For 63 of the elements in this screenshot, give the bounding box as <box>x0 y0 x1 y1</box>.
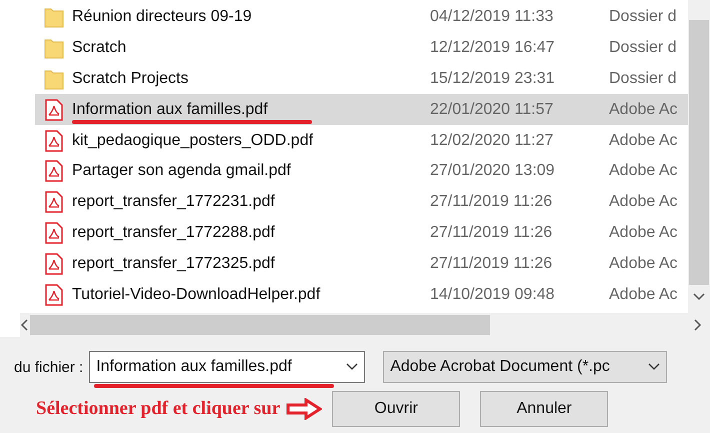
pdf-icon <box>44 284 62 306</box>
horizontal-scrollbar[interactable] <box>20 313 710 337</box>
pdf-icon <box>44 191 62 214</box>
pdf-icon <box>44 160 62 182</box>
file-date: 15/12/2019 23:31 <box>430 70 556 88</box>
file-type: Adobe Ac <box>609 132 678 150</box>
file-type: Dossier d <box>609 70 677 88</box>
pdf-icon <box>44 252 62 275</box>
folder-icon <box>44 37 64 60</box>
chevron-down-icon <box>346 363 358 371</box>
file-date: 04/12/2019 11:33 <box>430 8 554 26</box>
file-type: Dossier d <box>609 8 677 26</box>
file-type: Adobe Ac <box>609 162 678 180</box>
scroll-down-icon[interactable] <box>693 293 705 301</box>
file-type: Adobe Ac <box>609 224 678 242</box>
file-type: Adobe Ac <box>609 100 678 119</box>
file-row[interactable]: Partager son agenda gmail.pdf 27/01/2020 13:09 Adobe Ac <box>35 156 688 187</box>
file-date: 27/11/2019 11:26 <box>430 193 554 212</box>
file-row[interactable]: report_transfer_1772325.pdf 27/11/2019 11:26 Adobe Ac <box>35 248 688 280</box>
pdf-icon <box>44 130 62 152</box>
file-row[interactable]: Scratch Projects 15/12/2019 23:31 Dossier d <box>35 64 688 94</box>
cancel-button[interactable]: Annuler <box>480 391 608 427</box>
file-date: 27/11/2019 11:26 <box>430 254 554 273</box>
folder-icon <box>44 68 64 90</box>
file-name: Tutoriel-Video-DownloadHelper.pdf <box>72 286 322 304</box>
file-name: Réunion directeurs 09-19 <box>72 8 253 26</box>
pdf-icon <box>44 98 62 121</box>
file-date: 22/01/2020 11:57 <box>430 100 554 119</box>
file-name: report_transfer_1772325.pdf <box>72 254 276 273</box>
folder-icon <box>44 6 64 28</box>
file-date: 27/01/2020 13:09 <box>430 162 556 180</box>
file-row[interactable]: Tutoriel-Video-DownloadHelper.pdf 14/10/2019 09:48 Adobe Ac <box>35 279 688 310</box>
file-date: 12/12/2019 16:47 <box>430 39 556 58</box>
file-date: 27/11/2019 11:26 <box>430 224 554 242</box>
instruction-text: Sélectionner pdf et cliquer sur <box>36 398 280 420</box>
filetype-select[interactable]: Adobe Acrobat Document (*.pc <box>383 351 668 383</box>
file-name: report_transfer_1772231.pdf <box>72 193 276 212</box>
file-name: Partager son agenda gmail.pdf <box>72 162 292 180</box>
vertical-scrollbar[interactable] <box>688 0 710 313</box>
chevron-down-icon <box>648 363 660 371</box>
arrow-right-icon <box>286 398 322 420</box>
file-name: report_transfer_1772288.pdf <box>72 224 276 242</box>
file-name: Scratch <box>72 39 128 58</box>
file-type: Adobe Ac <box>609 254 678 273</box>
filename-label: du fichier : <box>14 358 84 376</box>
pdf-icon <box>44 222 62 244</box>
file-name: Information aux familles.pdf <box>72 100 269 119</box>
file-date: 14/10/2019 09:48 <box>430 286 556 304</box>
file-type: Adobe Ac <box>609 286 678 304</box>
file-row[interactable]: Réunion directeurs 09-19 04/12/2019 11:33 Dossier d <box>35 2 688 33</box>
file-type: Adobe Ac <box>609 193 678 212</box>
file-row[interactable]: report_transfer_1772231.pdf 27/11/2019 11:26 Adobe Ac <box>35 186 688 218</box>
scroll-right-icon[interactable] <box>694 319 702 331</box>
file-name: Scratch Projects <box>72 70 190 88</box>
scroll-left-icon[interactable] <box>20 319 28 331</box>
open-button[interactable]: Ouvrir <box>332 391 460 427</box>
file-date: 12/02/2020 11:27 <box>430 132 554 150</box>
file-row[interactable]: kit_pedaogique_posters_ODD.pdf 12/02/2020 11:27 Adobe Ac <box>35 125 688 156</box>
file-name: kit_pedaogique_posters_ODD.pdf <box>72 132 314 150</box>
file-row[interactable]: Scratch 12/12/2019 16:47 Dossier d <box>35 32 688 64</box>
file-row[interactable]: Information aux familles.pdf 22/01/2020 11:57 Adobe Ac <box>35 94 688 126</box>
file-type: Dossier d <box>609 39 677 58</box>
file-row[interactable]: report_transfer_1772288.pdf 27/11/2019 11:26 Adobe Ac <box>35 218 688 248</box>
